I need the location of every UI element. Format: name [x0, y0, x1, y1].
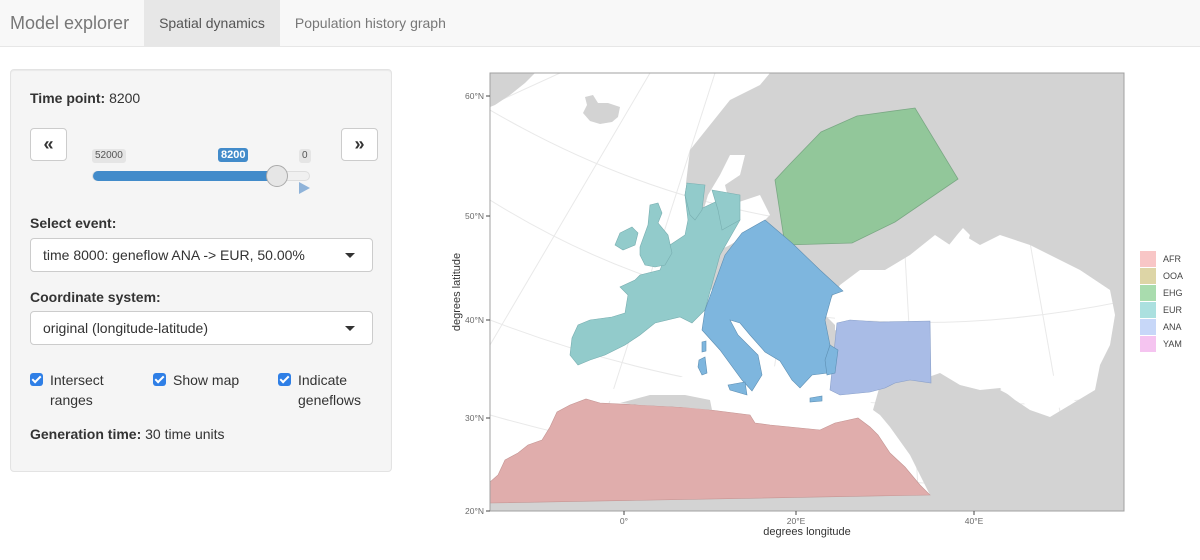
- play-animation-icon[interactable]: [299, 182, 310, 194]
- y-axis-title: degrees latitude: [451, 253, 463, 331]
- slider-max-label: 0: [299, 149, 311, 163]
- control-panel: Time point: 8200 « » 52000 8200 0 Select…: [10, 69, 392, 472]
- y-tick-label: 20°N: [465, 506, 484, 516]
- coord-system-dropdown[interactable]: original (longitude-latitude): [30, 311, 373, 345]
- y-axis: 60°N 50°N 40°N 30°N 20°N: [465, 91, 490, 516]
- coord-system-label: Coordinate system:: [30, 289, 161, 305]
- time-slider-handle[interactable]: [265, 165, 288, 187]
- legend-swatch: [1140, 335, 1156, 352]
- checkbox-intersect-ranges[interactable]: Intersect ranges: [30, 370, 104, 410]
- next-time-button[interactable]: »: [341, 128, 378, 161]
- tab-spatial-dynamics[interactable]: Spatial dynamics: [144, 0, 280, 46]
- x-tick-label: 0°: [620, 516, 628, 526]
- select-event-value: time 8000: geneflow ANA -> EUR, 50.00%: [43, 247, 305, 263]
- y-tick-label: 30°N: [465, 413, 484, 423]
- generation-time-readout: Generation time: 30 time units: [30, 426, 225, 442]
- legend-label: AFR: [1163, 253, 1181, 264]
- legend-label: YAM: [1163, 338, 1182, 349]
- coord-system-value: original (longitude-latitude): [43, 320, 208, 336]
- legend-label: EUR: [1163, 304, 1183, 315]
- time-point-value: 8200: [109, 90, 141, 106]
- legend-item-eur: EUR: [1140, 301, 1183, 318]
- legend-item-ehg: EHG: [1140, 284, 1183, 301]
- checkbox-label: Intersect ranges: [50, 372, 104, 408]
- checkbox-label: Indicate geneflows: [298, 372, 362, 408]
- legend-item-afr: AFR: [1140, 250, 1183, 267]
- tab-population-history-graph[interactable]: Population history graph: [280, 0, 461, 46]
- x-tick-label: 40°E: [965, 516, 984, 526]
- map-svg: 60°N 50°N 40°N 30°N 20°N 0° 20°E 40°E de…: [451, 72, 1125, 538]
- x-tick-label: 20°E: [787, 516, 806, 526]
- caret-down-icon: [345, 325, 355, 331]
- checkbox-indicate-geneflows[interactable]: Indicate geneflows: [278, 370, 361, 410]
- range-EUR-ANA-corsica: [701, 340, 707, 353]
- navbar: Model explorer Spatial dynamics Populati…: [0, 0, 1200, 47]
- legend-swatch: [1140, 318, 1156, 335]
- spatial-map-plot: 60°N 50°N 40°N 30°N 20°N 0° 20°E 40°E de…: [440, 55, 1200, 555]
- select-event-label: Select event:: [30, 215, 116, 231]
- legend-item-yam: YAM: [1140, 335, 1183, 352]
- coord-system-label-text: Coordinate system:: [30, 289, 161, 305]
- legend-label: OOA: [1163, 270, 1184, 281]
- time-slider[interactable]: [92, 165, 310, 187]
- checkbox-checked-icon[interactable]: [153, 373, 166, 386]
- select-event-label-text: Select event:: [30, 215, 117, 231]
- legend-item-ana: ANA: [1140, 318, 1183, 335]
- y-tick-label: 50°N: [465, 211, 484, 221]
- previous-time-button[interactable]: «: [30, 128, 67, 161]
- generation-time-label: Generation time:: [30, 426, 142, 442]
- y-tick-label: 60°N: [465, 91, 484, 101]
- checkbox-checked-icon[interactable]: [30, 373, 43, 386]
- legend-swatch: [1140, 284, 1156, 301]
- app-title: Model explorer: [10, 12, 130, 33]
- generation-time-value: 30 time units: [145, 426, 225, 442]
- legend-swatch: [1140, 267, 1156, 284]
- double-chevron-right-icon: »: [354, 134, 365, 154]
- slider-current-label: 8200: [218, 148, 249, 162]
- select-event-dropdown[interactable]: time 8000: geneflow ANA -> EUR, 50.00%: [30, 238, 373, 272]
- double-chevron-left-icon: «: [43, 134, 54, 154]
- legend: AFR OOA EHG EUR ANA YAM: [1140, 250, 1183, 352]
- checkbox-checked-icon[interactable]: [278, 373, 291, 386]
- x-axis: 0° 20°E 40°E: [620, 511, 984, 526]
- legend-swatch: [1140, 301, 1156, 318]
- legend-swatch: [1140, 250, 1156, 267]
- legend-item-ooa: OOA: [1140, 267, 1183, 284]
- slider-min-label: 52000: [92, 149, 126, 163]
- legend-label: ANA: [1163, 321, 1182, 332]
- time-slider-fill: [93, 171, 277, 181]
- time-point-label: Time point:: [30, 90, 106, 106]
- caret-down-icon: [345, 252, 355, 258]
- y-tick-label: 40°N: [465, 315, 484, 325]
- checkbox-show-map[interactable]: Show map: [153, 370, 239, 390]
- checkbox-label: Show map: [173, 372, 240, 388]
- x-axis-title: degrees longitude: [763, 526, 850, 538]
- legend-label: EHG: [1163, 287, 1183, 298]
- time-point-readout: Time point: 8200: [30, 90, 140, 106]
